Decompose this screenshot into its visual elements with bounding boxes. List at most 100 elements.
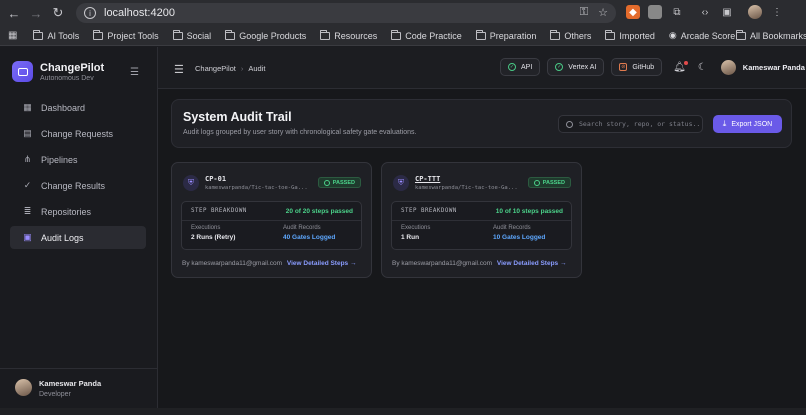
header-user[interactable]: Kameswar Panda — [720, 59, 805, 75]
folder-icon — [475, 29, 486, 40]
disconnected-icon: ⊘ — [619, 63, 628, 71]
breadcrumb-root[interactable]: ChangePilot — [195, 64, 236, 73]
breadcrumb: ChangePilot › Audit — [195, 64, 265, 73]
collapse-sidebar-icon[interactable]: ☰ — [130, 67, 139, 78]
folder-icon — [33, 29, 44, 40]
audit-icon: ▣ — [23, 232, 32, 242]
globe-icon: ◉ — [668, 30, 677, 40]
search-box[interactable] — [558, 115, 703, 133]
card-footer: By kameswarpanda11@gmail.com View Detail… — [392, 260, 566, 267]
records-value: 40 Gates Logged — [283, 234, 336, 241]
sidebar: ChangePilot Autonomous Dev ☰ ▦ Dashboard … — [0, 47, 158, 415]
executions-value: 1 Run — [401, 234, 420, 241]
records-label: Audit Records — [493, 225, 531, 231]
check-circle-icon — [323, 179, 330, 186]
user-role: Developer — [39, 391, 71, 398]
sidebar-item-change-requests[interactable]: ▤ Change Requests — [10, 122, 146, 145]
sidebar-user[interactable]: Kameswar Panda Developer — [0, 368, 157, 398]
brand-subtitle: Autonomous Dev — [40, 74, 94, 82]
status-pill-vertex[interactable]: ✓ Vertex AI — [547, 58, 605, 76]
page-title: System Audit Trail — [183, 110, 292, 124]
status-pill-github[interactable]: ⊘ GitHub — [611, 58, 663, 76]
shield-icon: ⛨ — [393, 175, 409, 191]
extension-fox-icon[interactable]: ◆ — [626, 5, 640, 19]
menu-icon[interactable]: ☰ — [174, 63, 184, 76]
reload-icon[interactable]: ↻ — [47, 2, 69, 24]
status-pill-api[interactable]: ✓ API — [500, 58, 541, 76]
repo-name: kameswarpanda/Tic-tac-toe-Ga... — [415, 185, 518, 191]
menu-kebab-icon[interactable]: ⋮ — [770, 5, 784, 19]
sidepanel-icon[interactable]: ▣ — [720, 5, 734, 19]
key-icon[interactable]: ⚿ — [580, 6, 588, 19]
notification-dot — [683, 60, 688, 65]
star-icon[interactable]: ☆ — [598, 6, 608, 19]
export-json-button[interactable]: ⤓ Export JSON — [713, 115, 782, 133]
folder-icon — [93, 29, 104, 40]
view-detailed-steps-link[interactable]: View Detailed Steps → — [287, 260, 357, 267]
status-badge: PASSED — [527, 177, 571, 188]
executions-label: Executions — [191, 225, 221, 231]
bookmark-folder[interactable]: Google Products — [225, 29, 306, 41]
bookmarks-bar: ▦ AI Tools Project Tools Social Google P… — [0, 26, 806, 46]
header-actions: ✓ API ✓ Vertex AI ⊘ GitHub 🔔︎ ☾ Kameswar Pa… — [500, 58, 805, 76]
apps-grid-icon[interactable]: ▦ — [8, 30, 17, 41]
audit-card[interactable]: ⛨ CP-01 kameswarpanda/Tic-tac-toe-Ga... … — [171, 162, 372, 278]
page-subtitle: Audit logs grouped by user story with ch… — [183, 129, 417, 136]
audit-card[interactable]: ⛨ CP-TTT kameswarpanda/Tic-tac-toe-Ga...… — [381, 162, 582, 278]
avatar — [15, 379, 32, 396]
site-info-icon[interactable]: i — [84, 7, 96, 19]
bookmark-folder[interactable]: Others — [550, 29, 591, 41]
story-id: CP-TTT — [415, 175, 441, 183]
bell-icon[interactable]: 🔔︎ — [673, 60, 688, 73]
card-footer: By kameswarpanda11@gmail.com View Detail… — [182, 260, 356, 267]
sidebar-item-audit-logs[interactable]: ▣ Audit Logs — [10, 226, 146, 249]
bookmark-folder[interactable]: Resources — [320, 29, 377, 41]
extension-square-icon[interactable] — [648, 5, 662, 19]
bookmark-folder[interactable]: Social — [172, 29, 211, 41]
bookmark-folder[interactable]: Code Practice — [391, 29, 462, 41]
search-input[interactable] — [579, 120, 699, 128]
avatar — [720, 59, 736, 75]
view-detailed-steps-link[interactable]: View Detailed Steps → — [497, 260, 567, 267]
breadcrumb-separator: › — [240, 64, 244, 73]
shield-icon: ⛨ — [183, 175, 199, 191]
sidebar-item-pipelines[interactable]: ⋔ Pipelines — [10, 148, 146, 171]
page-header-card: System Audit Trail Audit logs grouped by… — [171, 99, 792, 148]
profile-avatar-icon[interactable] — [748, 5, 762, 19]
address-bar[interactable]: i localhost:4200 ⚿ ☆ — [76, 3, 616, 23]
bookmark-folder[interactable]: Imported — [605, 29, 655, 41]
bookmark-folder[interactable]: Project Tools — [93, 29, 159, 41]
theme-toggle-icon[interactable]: ☾ — [698, 62, 707, 73]
os-taskbar — [0, 408, 806, 415]
bookmark-folder[interactable]: Preparation — [475, 29, 536, 41]
folder-icon — [550, 29, 561, 40]
top-header: ☰ ChangePilot › Audit ✓ API ✓ Vertex AI ⊘ Git… — [158, 47, 806, 89]
bookmark-link[interactable]: ◉ Arcade Score — [669, 30, 735, 41]
extensions-puzzle-icon[interactable]: ⧉ — [670, 5, 684, 19]
forward-icon[interactable]: → — [25, 2, 47, 24]
url-text: localhost:4200 — [104, 7, 175, 19]
step-breakdown: STEP BREAKDOWN 10 of 10 steps passed Exe… — [391, 201, 572, 250]
back-icon[interactable]: ← — [3, 2, 25, 24]
story-id: CP-01 — [205, 175, 227, 183]
breakdown-label: STEP BREAKDOWN — [401, 208, 457, 214]
steps-summary: 20 of 20 steps passed — [285, 208, 353, 215]
check-circle-icon — [533, 179, 540, 186]
devtools-icon[interactable]: ‹› — [698, 5, 712, 19]
header-user-name: Kameswar Panda — [742, 62, 805, 72]
sidebar-item-change-results[interactable]: ✓ Change Results — [10, 174, 146, 197]
all-bookmarks[interactable]: All Bookmarks — [736, 29, 806, 41]
app-logo-icon — [12, 61, 33, 82]
sidebar-item-dashboard[interactable]: ▦ Dashboard — [10, 96, 146, 119]
author-text: By kameswarpanda11@gmail.com — [392, 260, 493, 267]
user-name: Kameswar Panda — [39, 379, 102, 388]
bookmark-folder[interactable]: AI Tools — [33, 29, 79, 41]
brand[interactable]: ChangePilot Autonomous Dev — [12, 61, 104, 82]
folder-icon — [736, 29, 746, 40]
repo-name: kameswarpanda/Tic-tac-toe-Ga... — [205, 185, 308, 191]
download-icon: ⤓ — [722, 119, 727, 128]
breakdown-label: STEP BREAKDOWN — [191, 208, 247, 214]
folder-icon — [605, 29, 616, 40]
sidebar-item-repositories[interactable]: ≣ Repositories — [10, 200, 146, 223]
pipeline-icon: ⋔ — [23, 154, 32, 164]
